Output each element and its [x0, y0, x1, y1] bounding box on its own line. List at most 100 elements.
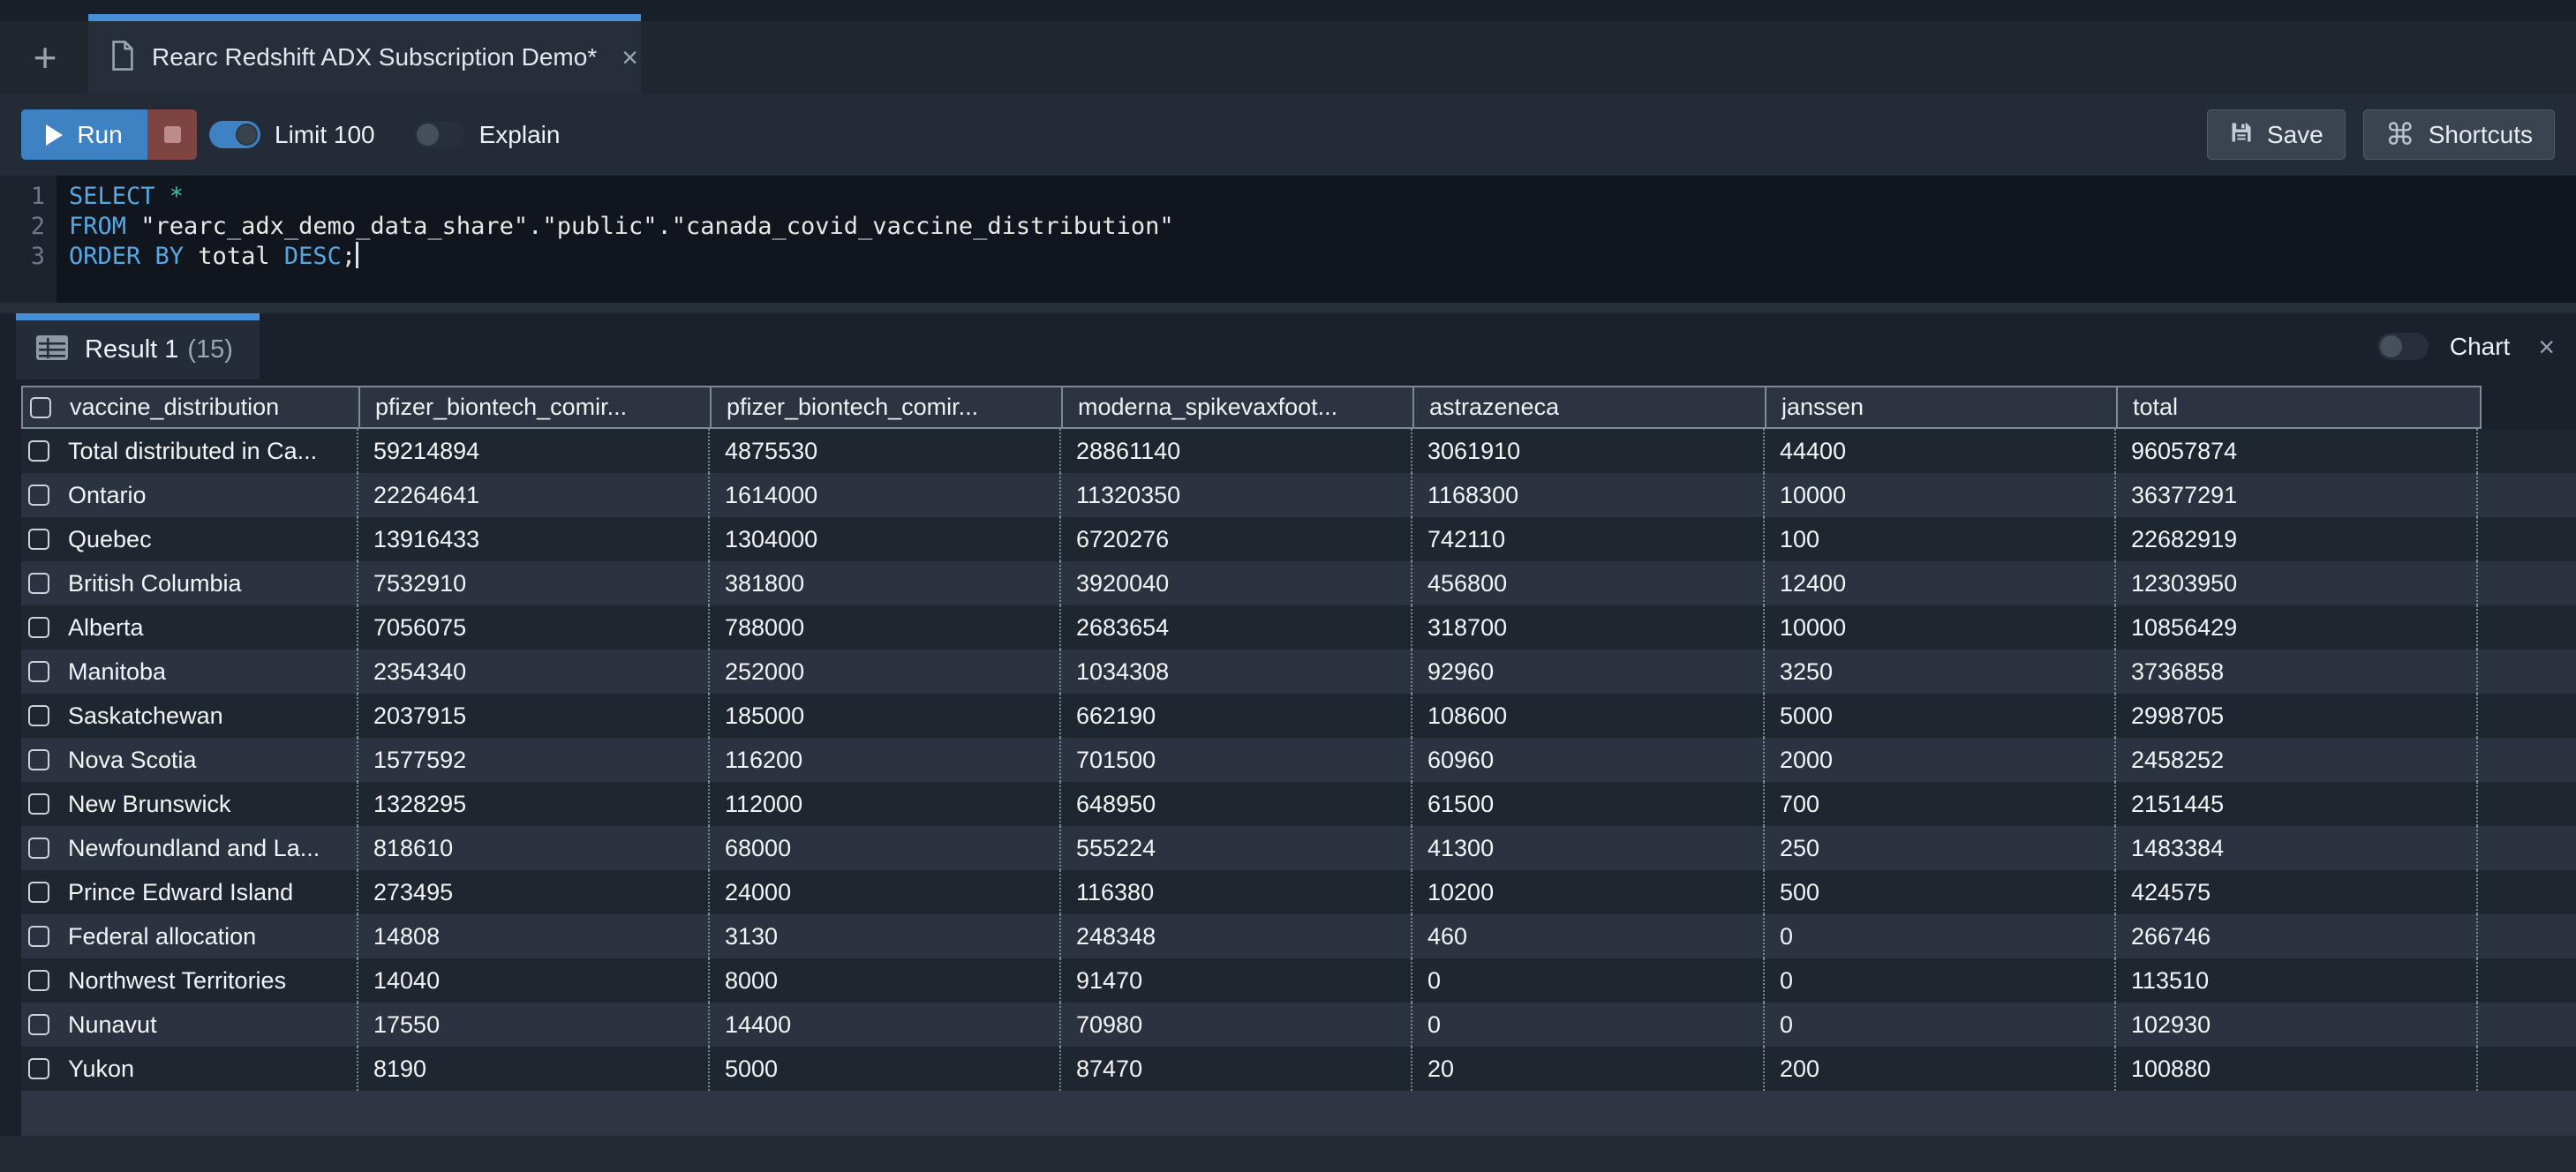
row-value: 250: [1780, 835, 1819, 862]
row-value-cell: 12303950: [2116, 561, 2478, 605]
row-checkbox[interactable]: [28, 705, 49, 726]
row-value-cell: 248348: [1061, 914, 1412, 958]
results-panel: Result 1 (15) Chart × vaccine_distributi…: [0, 313, 2576, 1172]
table-row: Manitoba23543402520001034308929603250373…: [21, 650, 2576, 694]
row-value: 100880: [2131, 1056, 2211, 1083]
row-value-cell: 7532910: [358, 561, 710, 605]
row-value: 2037915: [373, 702, 466, 730]
tab-close-icon[interactable]: ×: [621, 43, 638, 71]
row-value-cell: 61500: [1412, 782, 1765, 826]
row-value-cell: 742110: [1412, 517, 1765, 561]
row-label-cell: New Brunswick: [21, 782, 358, 826]
row-value: 113510: [2131, 967, 2209, 995]
result-tab[interactable]: Result 1 (15): [16, 313, 260, 379]
row-value-cell: 112000: [710, 782, 1061, 826]
row-checkbox[interactable]: [28, 485, 49, 506]
row-value-cell: 3736858: [2116, 650, 2478, 694]
row-value-cell: 456800: [1412, 561, 1765, 605]
column-header-5[interactable]: janssen: [1766, 387, 2118, 427]
row-value: 456800: [1427, 570, 1507, 597]
row-label-cell: Manitoba: [21, 650, 358, 694]
table-row: British Columbia753291038180039200404568…: [21, 561, 2576, 605]
row-value-cell: 116200: [710, 738, 1061, 782]
row-value-cell: 41300: [1412, 826, 1765, 870]
row-value-cell: 70980: [1061, 1003, 1412, 1047]
shortcuts-button[interactable]: ⌘ Shortcuts: [2363, 109, 2555, 160]
results-tab-bar: Result 1 (15) Chart ×: [0, 313, 2576, 379]
result-tab-label: Result 1: [85, 335, 178, 364]
run-button[interactable]: Run: [21, 109, 147, 160]
limit-label: Limit 100: [275, 121, 375, 149]
row-value-cell: 11320350: [1061, 473, 1412, 517]
row-value-cell: 250: [1765, 826, 2116, 870]
chart-toggle[interactable]: [2377, 333, 2429, 360]
row-checkbox[interactable]: [28, 440, 49, 462]
row-value-cell: 5000: [710, 1047, 1061, 1091]
row-checkbox[interactable]: [28, 529, 49, 550]
row-value-cell: 273495: [358, 870, 710, 914]
column-header-label: pfizer_biontech_comir...: [727, 394, 978, 421]
row-value-cell: 2354340: [358, 650, 710, 694]
row-checkbox[interactable]: [28, 1058, 49, 1079]
row-checkbox[interactable]: [28, 749, 49, 770]
row-label-cell: Nunavut: [21, 1003, 358, 1047]
column-header-6[interactable]: total: [2118, 387, 2476, 427]
tab-rearc-redshift-adx-subscription-demo[interactable]: Rearc Redshift ADX Subscription Demo* ×: [88, 14, 641, 94]
column-header-label: vaccine_distribution: [70, 394, 279, 421]
explain-toggle[interactable]: [414, 121, 465, 148]
limit-toggle[interactable]: [209, 121, 260, 148]
select-all-checkbox[interactable]: [30, 397, 51, 418]
row-value: 5000: [725, 1056, 778, 1083]
text-cursor: [356, 242, 358, 268]
row-value-cell: 14040: [358, 958, 710, 1003]
row-checkbox[interactable]: [28, 838, 49, 859]
row-checkbox[interactable]: [28, 573, 49, 594]
row-value: 252000: [725, 658, 804, 686]
row-value: 2354340: [373, 658, 466, 686]
line-number: 3: [0, 243, 56, 270]
line-number: 2: [0, 213, 56, 240]
row-value: 10200: [1427, 879, 1494, 906]
result-grid-icon: [35, 334, 69, 365]
document-icon: [111, 41, 134, 75]
row-value-cell: 10856429: [2116, 605, 2478, 650]
column-header-0[interactable]: vaccine_distribution: [23, 387, 360, 427]
sql-editor[interactable]: 1 SELECT * 2 FROM "rearc_adx_demo_data_s…: [0, 176, 2576, 303]
save-button-label: Save: [2267, 121, 2324, 149]
save-button[interactable]: Save: [2207, 109, 2346, 160]
sql-keyword: SELECT: [69, 183, 155, 210]
column-header-4[interactable]: astrazeneca: [1414, 387, 1766, 427]
chart-label: Chart: [2450, 333, 2510, 361]
row-checkbox[interactable]: [28, 793, 49, 815]
results-close-icon[interactable]: ×: [2538, 333, 2555, 361]
row-value: 273495: [373, 879, 453, 906]
row-checkbox[interactable]: [28, 926, 49, 947]
table-row: Saskatchewan2037915185000662190108600500…: [21, 694, 2576, 738]
limit-toggle-knob: [236, 124, 258, 146]
row-value: 10000: [1780, 482, 1846, 509]
column-header-2[interactable]: pfizer_biontech_comir...: [712, 387, 1063, 427]
row-checkbox[interactable]: [28, 882, 49, 903]
row-label: Total distributed in Ca...: [68, 438, 317, 465]
row-label: Manitoba: [68, 658, 166, 686]
panel-resize-divider[interactable]: [0, 303, 2576, 313]
column-header-1[interactable]: pfizer_biontech_comir...: [360, 387, 712, 427]
column-header-label: janssen: [1781, 394, 1864, 421]
row-checkbox[interactable]: [28, 617, 49, 638]
explain-toggle-knob: [417, 124, 439, 146]
row-value: 8000: [725, 967, 778, 995]
table-body: Total distributed in Ca...59214894487553…: [21, 429, 2576, 1091]
row-value-cell: 17550: [358, 1003, 710, 1047]
row-value: 112000: [725, 791, 802, 818]
row-value: 41300: [1427, 835, 1494, 862]
row-checkbox[interactable]: [28, 661, 49, 682]
editor-tab-bar: + Rearc Redshift ADX Subscription Demo* …: [0, 21, 2576, 94]
stop-button[interactable]: [147, 109, 197, 160]
row-value: 555224: [1076, 835, 1156, 862]
row-checkbox[interactable]: [28, 970, 49, 991]
row-value: 91470: [1076, 967, 1142, 995]
column-header-3[interactable]: moderna_spikevaxfoot...: [1063, 387, 1414, 427]
row-value-cell: 648950: [1061, 782, 1412, 826]
row-checkbox[interactable]: [28, 1014, 49, 1035]
new-tab-button[interactable]: +: [23, 21, 67, 94]
